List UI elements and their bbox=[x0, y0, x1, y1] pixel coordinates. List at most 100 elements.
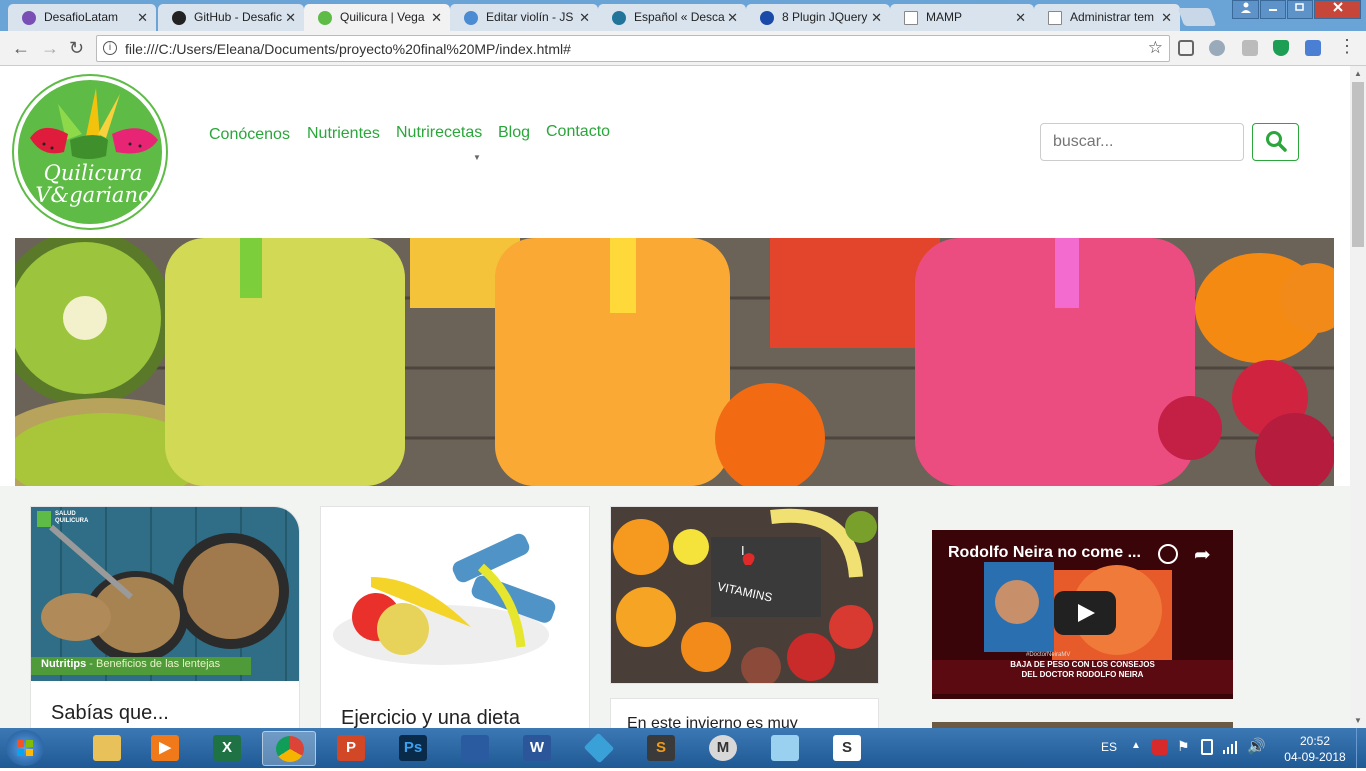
tab-wordpress[interactable]: Español « Desca ✕ bbox=[598, 4, 746, 31]
language-indicator[interactable]: ES bbox=[1101, 740, 1117, 754]
clock[interactable]: 20:52 04-09-2018 bbox=[1280, 733, 1350, 765]
translate-icon[interactable] bbox=[1305, 40, 1321, 56]
nav-blog[interactable]: Blog bbox=[498, 124, 530, 142]
taskbar-app[interactable]: S bbox=[820, 731, 874, 766]
scrollbar-thumb[interactable] bbox=[1352, 82, 1364, 247]
taskbar-sublime[interactable]: S bbox=[634, 731, 688, 766]
taskbar-virtualbox[interactable] bbox=[448, 731, 502, 766]
taskbar-notes[interactable] bbox=[758, 731, 812, 766]
card-invierno[interactable]: En este invierno es muy bbox=[610, 698, 879, 728]
scroll-up-arrow-icon[interactable]: ▲ bbox=[1354, 69, 1362, 78]
minimize-button[interactable] bbox=[1260, 0, 1286, 19]
image-caption: Nutritips - Beneficios de las lentejas bbox=[41, 658, 220, 670]
taskbar-photoshop[interactable]: Ps bbox=[386, 731, 440, 766]
card-title: Sabías que... bbox=[51, 702, 169, 724]
watch-later-clock-icon[interactable] bbox=[1158, 544, 1178, 564]
back-arrow-icon[interactable]: ← bbox=[12, 38, 30, 59]
jsfiddle-icon bbox=[464, 11, 478, 25]
scroll-down-arrow-icon[interactable]: ▼ bbox=[1354, 716, 1362, 725]
taskbar-powerpoint[interactable]: P bbox=[324, 731, 378, 766]
card-ejercicio[interactable]: Ejercicio y una dieta bbox=[320, 506, 590, 728]
network-icon[interactable] bbox=[1222, 739, 1238, 755]
restore-button[interactable] bbox=[1287, 0, 1313, 19]
tab-quilicura[interactable]: Quilicura | Vega ✕ bbox=[304, 4, 450, 32]
user-icon[interactable] bbox=[1232, 0, 1259, 19]
taskbar-word[interactable]: W bbox=[510, 731, 564, 766]
taskbar-excel[interactable]: X bbox=[200, 731, 254, 766]
bookmark-star-icon[interactable]: ☆ bbox=[1148, 38, 1163, 58]
close-window-button[interactable] bbox=[1314, 0, 1361, 19]
photoshop-icon: Ps bbox=[399, 735, 427, 761]
cast-icon[interactable] bbox=[1178, 40, 1194, 56]
word-icon: W bbox=[523, 735, 551, 761]
close-tab-icon[interactable]: ✕ bbox=[579, 10, 590, 26]
desafiolatam-icon bbox=[22, 11, 36, 25]
logo-text-line1: Quilicura bbox=[43, 161, 143, 185]
nav-nutrientes[interactable]: Nutrientes bbox=[307, 125, 380, 143]
address-bar[interactable]: i file:///C:/Users/Eleana/Documents/proy… bbox=[96, 35, 1170, 62]
volume-icon[interactable]: 🔊 bbox=[1247, 737, 1266, 755]
close-tab-icon[interactable]: ✕ bbox=[1161, 10, 1172, 26]
github-icon bbox=[172, 11, 186, 25]
tab-desafiolatam[interactable]: DesafioLatam ✕ bbox=[8, 4, 156, 31]
tab-github[interactable]: GitHub - Desafic ✕ bbox=[158, 4, 304, 31]
caption-bold: Nutritips bbox=[41, 658, 87, 670]
forward-arrow-icon[interactable]: → bbox=[41, 38, 59, 59]
caret-down-icon[interactable]: ▼ bbox=[473, 153, 481, 162]
card-sabias-que[interactable]: SALUD QUILICURA Nutritips - Beneficios d… bbox=[30, 506, 300, 728]
video-title: Rodolfo Neira no come ... bbox=[948, 544, 1141, 561]
cloud-icon[interactable] bbox=[1209, 40, 1225, 56]
info-icon[interactable]: i bbox=[103, 41, 117, 55]
close-tab-icon[interactable]: ✕ bbox=[431, 10, 442, 26]
nav-contacto[interactable]: Contacto bbox=[546, 123, 610, 141]
close-tab-icon[interactable]: ✕ bbox=[285, 10, 296, 26]
taskbar-chrome[interactable] bbox=[262, 731, 316, 766]
taskbar-media-player[interactable]: ▶ bbox=[138, 731, 192, 766]
search-input[interactable] bbox=[1040, 123, 1244, 161]
taskbar-mamp[interactable]: M bbox=[696, 731, 750, 766]
pdf-icon[interactable] bbox=[1242, 40, 1258, 56]
taskbar-git[interactable] bbox=[572, 731, 626, 766]
browser-tab-bar: DesafioLatam ✕ GitHub - Desafic ✕ Quilic… bbox=[0, 0, 1366, 32]
tab-mamp[interactable]: MAMP ✕ bbox=[890, 4, 1034, 31]
windows-taskbar: ▶ X P Ps W S M S ES ▲ ⚑ 🔊 20:52 04-09-20… bbox=[0, 728, 1366, 768]
show-hidden-icons-icon[interactable]: ▲ bbox=[1131, 740, 1141, 751]
git-icon bbox=[583, 732, 615, 764]
tab-administrar[interactable]: Administrar tem ✕ bbox=[1034, 4, 1180, 31]
tab-jquery-plugin[interactable]: 8 Plugin JQuery ✕ bbox=[746, 4, 890, 31]
tab-jsfiddle[interactable]: Editar violín - JS ✕ bbox=[450, 4, 598, 31]
powerpoint-icon: P bbox=[337, 735, 365, 761]
tab-label: DesafioLatam bbox=[44, 10, 119, 24]
new-tab-button[interactable] bbox=[1177, 8, 1217, 26]
card-vitamins-image[interactable]: I VITAMINS bbox=[610, 506, 879, 684]
reload-icon[interactable]: ↻ bbox=[69, 38, 84, 59]
close-tab-icon[interactable]: ✕ bbox=[137, 10, 148, 26]
nav-nutrirecetas[interactable]: Nutrirecetas bbox=[396, 124, 482, 142]
youtube-video-embed[interactable]: Rodolfo Neira no come ... ➦ #DoctorNeira… bbox=[932, 530, 1233, 699]
shield-icon[interactable] bbox=[1273, 40, 1289, 56]
nav-conocenos[interactable]: Conócenos bbox=[209, 126, 290, 144]
taskbar-explorer[interactable] bbox=[80, 731, 134, 766]
page-scrollbar[interactable]: ▲ ▼ bbox=[1350, 66, 1366, 728]
show-desktop-button[interactable] bbox=[1356, 728, 1366, 768]
start-button[interactable] bbox=[6, 730, 44, 766]
page-icon bbox=[904, 11, 918, 25]
fruit-dumbbells-image bbox=[321, 507, 589, 687]
antivirus-icon[interactable] bbox=[1152, 739, 1168, 755]
lentils-image bbox=[31, 507, 299, 681]
close-tab-icon[interactable]: ✕ bbox=[1015, 10, 1026, 26]
search-button[interactable] bbox=[1252, 123, 1299, 161]
flag-icon[interactable]: ⚑ bbox=[1177, 738, 1190, 755]
site-logo[interactable]: Quilicura V&gariano bbox=[12, 74, 168, 230]
menu-icon[interactable]: ⋮ bbox=[1338, 36, 1356, 57]
logo-text: Quilicura V&gariano bbox=[18, 162, 168, 206]
url-text: file:///C:/Users/Eleana/Documents/proyec… bbox=[125, 41, 571, 57]
close-tab-icon[interactable]: ✕ bbox=[871, 10, 882, 26]
share-arrow-icon[interactable]: ➦ bbox=[1194, 542, 1211, 567]
excel-icon: X bbox=[213, 735, 241, 761]
search-icon bbox=[1265, 130, 1287, 152]
close-tab-icon[interactable]: ✕ bbox=[727, 10, 738, 26]
play-button[interactable] bbox=[1054, 591, 1116, 635]
battery-icon[interactable] bbox=[1201, 739, 1213, 755]
tab-label: Español « Desca bbox=[634, 10, 725, 24]
